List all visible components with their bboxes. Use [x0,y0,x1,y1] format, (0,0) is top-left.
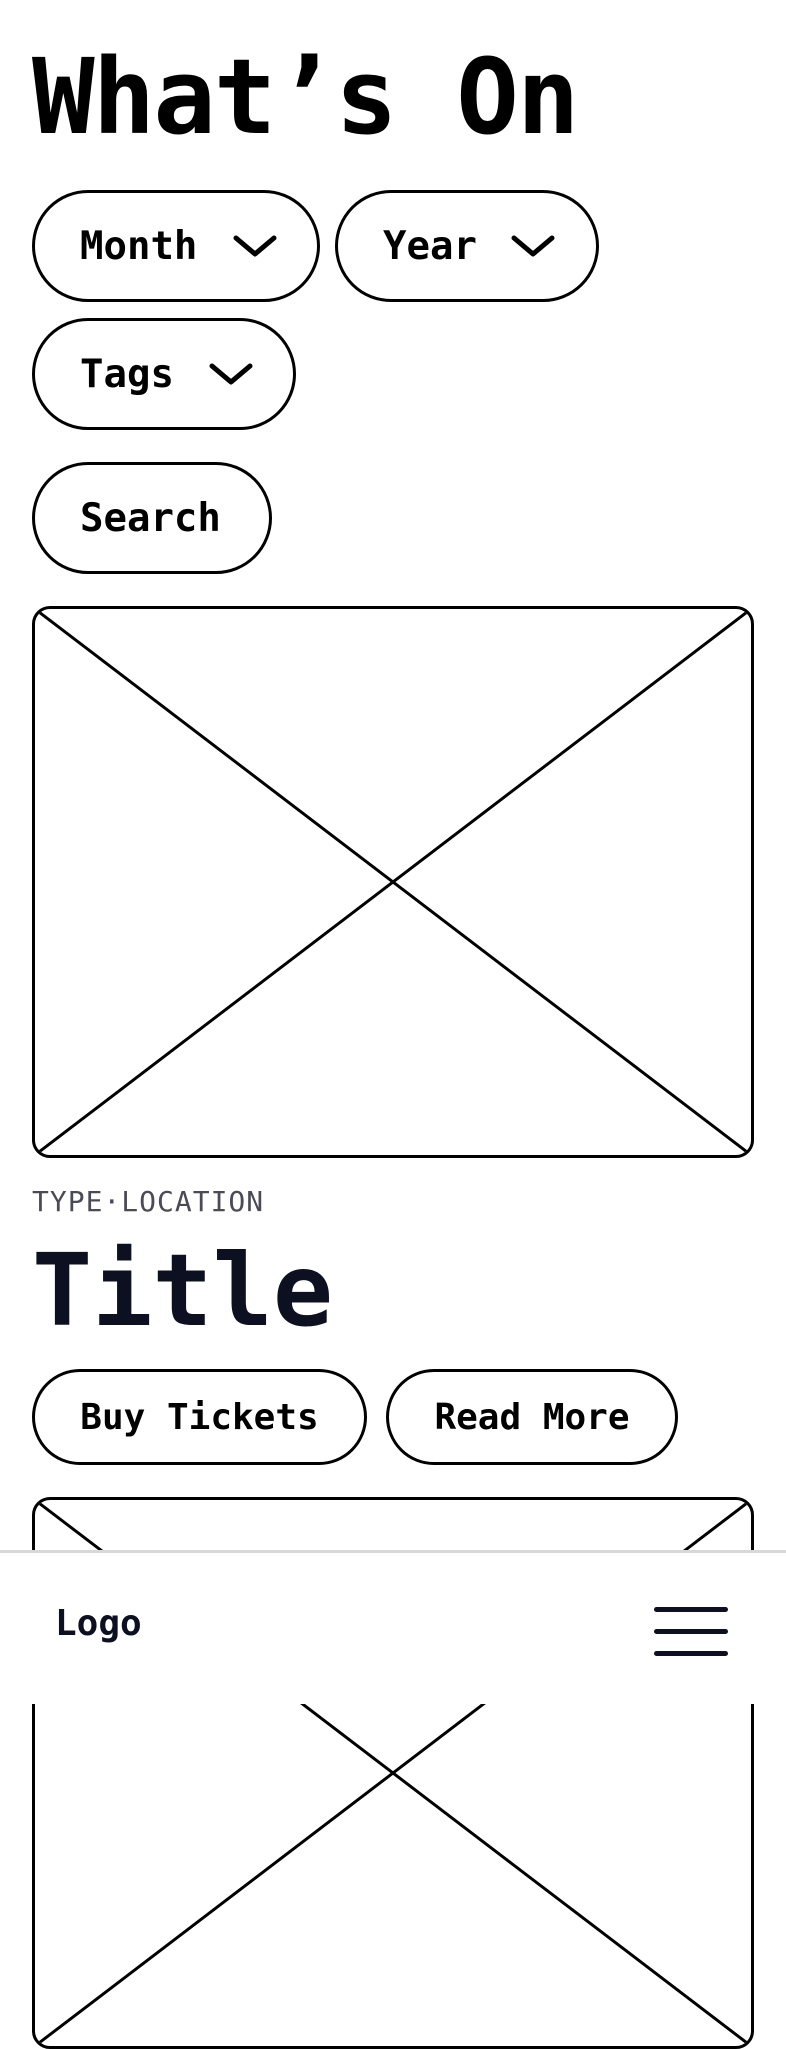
bottom-nav-bar: Logo [0,1550,786,1704]
event-image-placeholder[interactable] [32,606,754,1158]
year-dropdown[interactable]: Year [335,190,599,302]
buy-tickets-button[interactable]: Buy Tickets [32,1369,367,1465]
chevron-down-icon [511,235,555,257]
hamburger-menu-icon[interactable] [654,1607,728,1659]
chevron-down-icon [209,363,253,385]
image-placeholder-icon [35,609,751,1155]
read-more-label: Read More [434,1396,630,1438]
month-dropdown-label: Month [80,223,198,269]
chevron-down-icon [233,235,277,257]
tags-dropdown[interactable]: Tags [32,318,296,430]
tags-dropdown-label: Tags [80,351,174,397]
buy-tickets-label: Buy Tickets [80,1396,319,1438]
event-title[interactable]: Title [32,1236,333,1346]
year-dropdown-label: Year [383,223,477,269]
search-button[interactable]: Search [32,462,272,574]
month-dropdown[interactable]: Month [32,190,320,302]
event-type-location: TYPE·LOCATION [32,1185,265,1218]
read-more-button[interactable]: Read More [386,1369,678,1465]
logo[interactable]: Logo [55,1603,142,1644]
search-button-label: Search [80,495,221,541]
page-title: What’s On [32,36,580,158]
